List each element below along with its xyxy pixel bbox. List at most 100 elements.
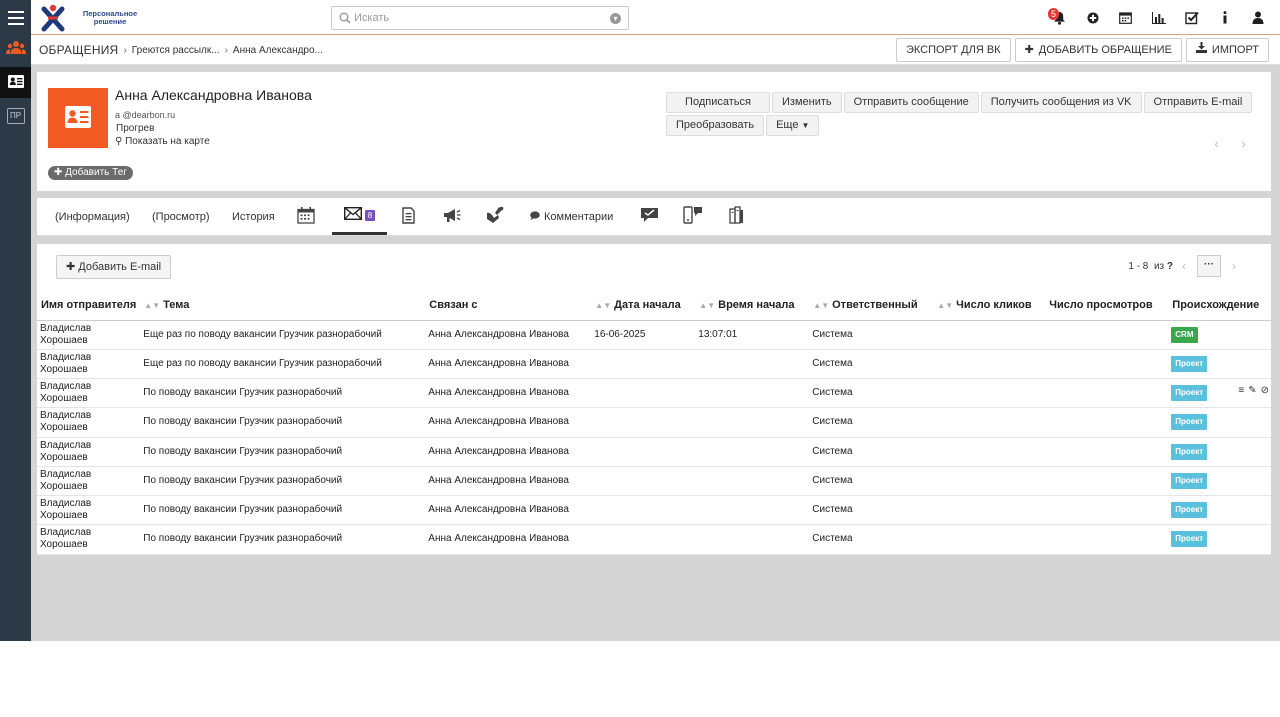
cell-subject[interactable]: Еще раз по поводу вакансии Грузчик разно… xyxy=(140,320,426,350)
add-circle-icon[interactable] xyxy=(1076,0,1109,35)
search-options-icon[interactable]: ▾ xyxy=(610,13,621,24)
show-on-map-label: Показать на карте xyxy=(125,136,210,147)
previous-record-icon[interactable]: ‹ xyxy=(1203,136,1230,151)
cell-clicks xyxy=(933,349,1046,380)
cell-clicks xyxy=(933,407,1046,438)
cell-related[interactable]: Анна Александровна Иванова xyxy=(425,524,592,555)
tab-campaigns[interactable] xyxy=(442,198,461,235)
column-related[interactable]: Связан с xyxy=(425,291,592,321)
tasks-check-icon[interactable] xyxy=(1175,0,1208,35)
column-start-date[interactable]: ▲▼ Дата начала xyxy=(591,291,696,321)
tab-sms[interactable] xyxy=(683,198,703,235)
logo[interactable]: Персональное решение xyxy=(40,3,150,33)
unlink-icon[interactable]: ⊘ xyxy=(1261,385,1269,396)
send-email-button[interactable]: Отправить E-mail xyxy=(1143,92,1253,113)
notifications-bell-icon[interactable]: 5 xyxy=(1043,0,1076,35)
cell-time xyxy=(695,495,810,526)
record-email[interactable]: a @dearbon.ru xyxy=(115,110,175,120)
user-profile-icon[interactable] xyxy=(1241,0,1274,35)
record-name: Анна Александровна Иванова xyxy=(115,87,312,103)
table-row[interactable]: Владислав Хорошаев По поводу вакансии Гру… xyxy=(37,407,1271,438)
get-vk-messages-button[interactable]: Получить сообщения из VK xyxy=(980,92,1142,113)
cell-subject[interactable]: Еще раз по поводу вакансии Грузчик разно… xyxy=(140,349,426,380)
edit-button[interactable]: Изменить xyxy=(772,92,842,113)
top-icons: 5 xyxy=(1043,0,1274,35)
chat-bubble-icon xyxy=(640,207,659,226)
cell-date xyxy=(591,349,696,380)
import-label: ИМПОРТ xyxy=(1211,44,1259,56)
table-row[interactable]: Владислав Хорошаев По поводу вакансии Гру… xyxy=(37,378,1271,409)
edit-pencil-icon[interactable]: ✎ xyxy=(1248,385,1256,396)
import-button[interactable]: ИМПОРТ xyxy=(1185,38,1269,62)
table-row[interactable]: Владислав Хорошаев По поводу вакансии Гру… xyxy=(37,524,1271,555)
tab-info[interactable]: (Информация) xyxy=(55,198,130,235)
cell-related[interactable]: Анна Александровна Иванова xyxy=(425,437,592,467)
breadcrumb-level1[interactable]: Греются рассылк... xyxy=(132,45,220,56)
table-row[interactable]: Владислав Хорошаев По поводу вакансии Гру… xyxy=(37,437,1271,467)
menu-icon[interactable] xyxy=(0,0,31,35)
cell-related[interactable]: Анна Александровна Иванова xyxy=(425,349,592,380)
convert-button[interactable]: Преобразовать xyxy=(666,115,765,136)
tab-files[interactable] xyxy=(729,198,744,235)
sidebar-item-pr[interactable]: ПР xyxy=(0,100,31,131)
add-tag-button[interactable]: ✚ Добавить Тег xyxy=(48,166,133,180)
show-on-map-link[interactable]: ⚲ Показать на карте xyxy=(115,136,210,147)
cell-related[interactable]: Анна Александровна Иванова xyxy=(425,466,592,497)
breadcrumb-root[interactable]: ОБРАЩЕНИЯ xyxy=(39,43,118,57)
cell-subject[interactable]: По поводу вакансии Грузчик разнорабочий xyxy=(140,495,426,526)
add-email-button[interactable]: ✚ Добавить E-mail xyxy=(56,255,172,279)
next-page-icon[interactable]: › xyxy=(1223,259,1245,273)
cell-related[interactable]: Анна Александровна Иванова xyxy=(425,320,592,350)
column-owner[interactable]: ▲▼ Ответственный xyxy=(809,291,934,321)
previous-page-icon[interactable]: ‹ xyxy=(1173,259,1195,273)
export-vk-button[interactable]: ЭКСПОРТ ДЛЯ ВК xyxy=(895,38,1011,62)
tab-documents[interactable] xyxy=(402,198,415,235)
tab-chat[interactable] xyxy=(640,198,659,235)
caret-down-icon: ▼ xyxy=(801,121,810,130)
column-start-time[interactable]: ▲▼ Время начала xyxy=(695,291,810,321)
column-views[interactable]: Число просмотров xyxy=(1045,291,1169,321)
column-subject[interactable]: ▲▼ Тема xyxy=(140,291,426,321)
sidebar-item-people[interactable] xyxy=(0,35,31,63)
search-input[interactable]: Искать ▾ xyxy=(331,6,629,30)
tab-view[interactable]: (Просмотр) xyxy=(152,198,210,235)
column-clicks[interactable]: ▲▼ Число кликов xyxy=(933,291,1046,321)
cell-date xyxy=(591,378,696,409)
more-dropdown-button[interactable]: Еще ▼ xyxy=(766,115,820,136)
list-icon[interactable]: ≡ xyxy=(1238,385,1244,396)
column-origin[interactable]: Происхождение xyxy=(1168,291,1271,321)
tab-emails[interactable]: 8 xyxy=(332,198,387,235)
table-row[interactable]: Владислав Хорошаев По поводу вакансии Гру… xyxy=(37,466,1271,497)
more-options-button[interactable]: ··· xyxy=(1197,255,1221,277)
next-record-icon[interactable]: › xyxy=(1230,136,1257,151)
add-request-button[interactable]: ✚ ДОБАВИТЬ ОБРАЩЕНИЕ xyxy=(1014,38,1182,62)
cell-subject[interactable]: По поводу вакансии Грузчик разнорабочий xyxy=(140,378,426,409)
table-row[interactable]: Владислав Хорошаев По поводу вакансии Гру… xyxy=(37,495,1271,526)
cell-subject[interactable]: По поводу вакансии Грузчик разнорабочий xyxy=(140,437,426,467)
cell-subject[interactable]: По поводу вакансии Грузчик разнорабочий xyxy=(140,407,426,438)
tab-comments[interactable]: Комментарии xyxy=(530,198,613,235)
sort-icon: ▲▼ xyxy=(595,301,612,311)
cell-time: 13:07:01 xyxy=(695,320,810,350)
table-row[interactable]: Владислав Хорошаев Еще раз по поводу вака… xyxy=(37,320,1271,350)
cell-subject[interactable]: По поводу вакансии Грузчик разнорабочий xyxy=(140,466,426,497)
tab-history-label: История xyxy=(232,210,275,223)
row-actions: ≡ ✎ ⊘ xyxy=(1234,385,1269,397)
cell-clicks xyxy=(933,524,1046,555)
subscribe-button[interactable]: Подписаться xyxy=(666,92,770,113)
tab-projects[interactable] xyxy=(485,198,504,235)
cell-related[interactable]: Анна Александровна Иванова xyxy=(425,495,592,526)
sidebar-item-contacts[interactable] xyxy=(0,67,31,98)
tab-calendar[interactable] xyxy=(297,198,315,235)
info-icon[interactable] xyxy=(1208,0,1241,35)
send-message-button[interactable]: Отправить сообщение xyxy=(843,92,979,113)
tab-history[interactable]: История xyxy=(232,198,275,235)
calendar-icon[interactable] xyxy=(1109,0,1142,35)
cell-subject[interactable]: По поводу вакансии Грузчик разнорабочий xyxy=(140,524,426,555)
bar-chart-icon[interactable] xyxy=(1142,0,1175,35)
table-row[interactable]: Владислав Хорошаев Еще раз по поводу вака… xyxy=(37,349,1271,380)
cell-related[interactable]: Анна Александровна Иванова xyxy=(425,407,592,438)
cell-sender: Владислав Хорошаев xyxy=(37,466,141,497)
column-sender[interactable]: Имя отправителя xyxy=(37,291,141,321)
cell-related[interactable]: Анна Александровна Иванова xyxy=(425,378,592,409)
